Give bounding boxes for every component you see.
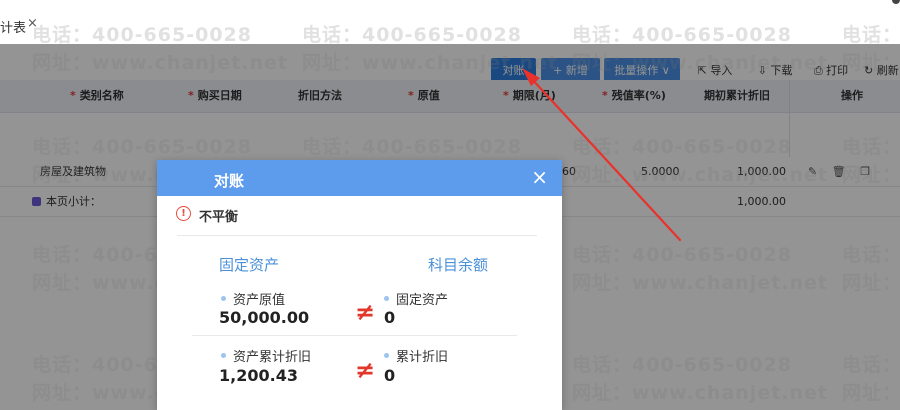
annotation-arrow-icon — [522, 68, 682, 242]
